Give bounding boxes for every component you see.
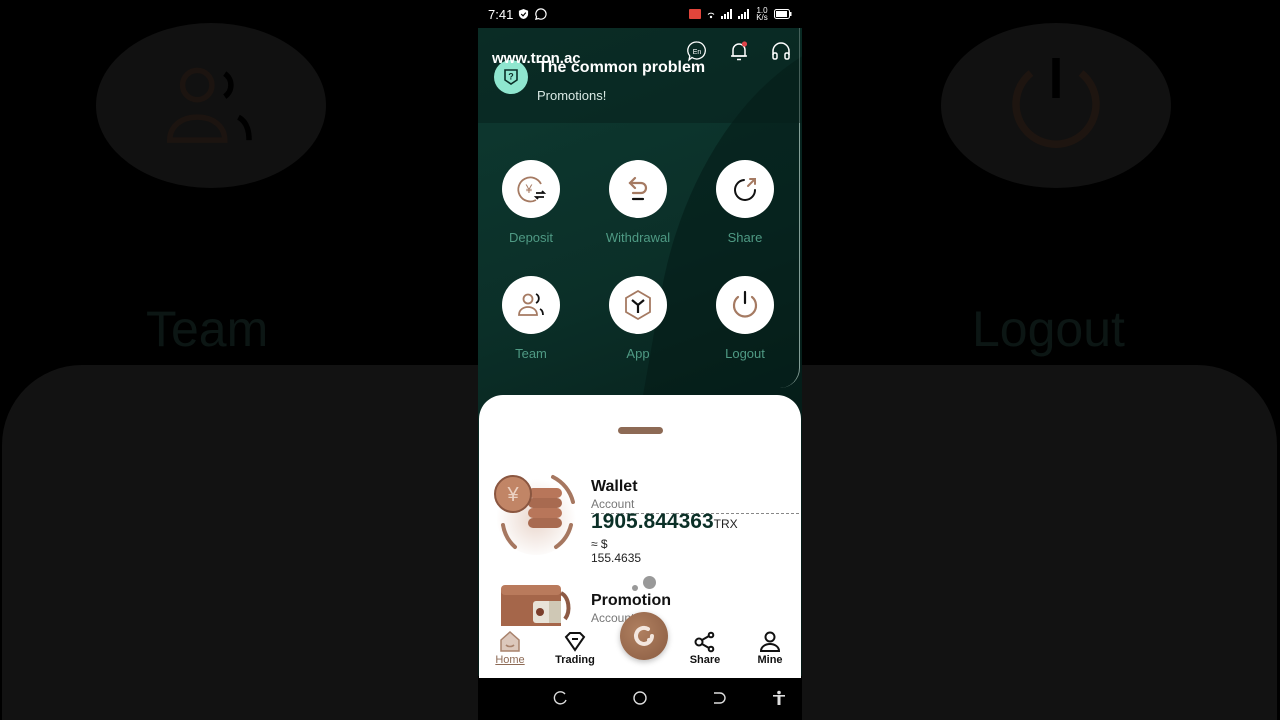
nav-share[interactable]: Share — [675, 630, 735, 666]
background-team-label: Team — [146, 301, 269, 357]
header-actions: En — [686, 40, 792, 62]
cast-icon — [689, 9, 701, 19]
notification-dot — [741, 41, 748, 47]
action-withdrawal[interactable]: Withdrawal — [588, 160, 688, 245]
loading-dot — [632, 585, 638, 591]
language-button[interactable]: En — [686, 40, 708, 62]
action-label: Logout — [725, 346, 765, 361]
notice-subtitle[interactable]: Promotions! — [537, 88, 606, 103]
notification-button[interactable] — [728, 40, 750, 62]
action-label: Deposit — [508, 230, 554, 245]
whatsapp-icon — [535, 7, 547, 20]
action-share[interactable]: Share — [695, 160, 795, 245]
background-team-circle — [96, 23, 326, 188]
account-title: Promotion — [591, 592, 671, 609]
action-label: Withdrawal — [605, 230, 671, 245]
background-logout-label: Logout — [972, 301, 1125, 357]
nav-center-button[interactable] — [620, 612, 668, 660]
shield-check-icon — [519, 8, 529, 20]
action-label: App — [626, 346, 650, 361]
bell-icon — [731, 41, 748, 61]
balance-value: 1905.844363 — [591, 510, 714, 533]
loading-dot — [643, 576, 656, 589]
support-button[interactable] — [770, 40, 792, 62]
app-icon — [625, 289, 651, 321]
balance-usd: ≈ $ 155.4635 — [591, 537, 642, 565]
system-navigation-bar — [478, 676, 802, 720]
home-icon — [500, 630, 520, 652]
signal-icon — [738, 9, 749, 19]
net-speed: 1.0 K/s — [756, 6, 768, 22]
svg-text:?: ? — [508, 72, 514, 82]
recent-apps-icon[interactable] — [553, 690, 569, 706]
team-icon — [166, 67, 252, 143]
headset-icon — [772, 42, 790, 60]
language-icon: En — [687, 41, 706, 62]
language-label: En — [693, 49, 702, 56]
action-label: Team — [515, 346, 547, 361]
account-subtitle: Account — [591, 497, 635, 511]
phone-screen: 7:41 1.0 K/s www.tron.ac En ? The common… — [478, 0, 802, 720]
nav-mine[interactable]: Mine — [740, 630, 800, 666]
nav-label: Mine — [757, 654, 783, 666]
balance-unit: TRX — [713, 517, 738, 531]
coins-icon: ¥ — [494, 475, 576, 555]
site-url: www.tron.ac — [492, 50, 581, 67]
deposit-icon: ¥ — [517, 176, 547, 203]
nav-trading[interactable]: Trading — [545, 630, 605, 666]
logout-icon — [1012, 58, 1100, 148]
logout-icon — [732, 290, 758, 318]
center-action-icon — [634, 625, 654, 646]
action-team[interactable]: Team — [481, 276, 581, 361]
nav-label: Share — [689, 654, 721, 666]
action-app[interactable]: App — [588, 276, 688, 361]
share-nodes-icon — [694, 631, 715, 653]
withdrawal-icon — [628, 176, 648, 201]
diamond-icon — [564, 632, 586, 652]
background-card-right — [802, 365, 1277, 720]
accessibility-icon[interactable] — [771, 690, 787, 706]
user-icon — [759, 631, 781, 652]
nav-home[interactable]: Home — [480, 630, 540, 666]
account-balance: 1905.844363TRX — [591, 510, 738, 534]
share-icon — [734, 178, 756, 201]
account-title: Wallet — [591, 478, 638, 495]
back-icon[interactable] — [711, 690, 727, 706]
action-label: Share — [727, 230, 763, 245]
svg-text:¥: ¥ — [525, 182, 533, 196]
action-deposit[interactable]: ¥ Deposit — [481, 160, 581, 245]
wifi-icon — [707, 12, 715, 19]
home-circle-icon[interactable] — [632, 690, 648, 706]
nav-label: Home — [495, 654, 525, 666]
nav-label: Trading — [555, 654, 595, 666]
question-shield-icon: ? — [504, 69, 518, 85]
sheet-drag-handle[interactable] — [618, 427, 663, 434]
signal-icon — [721, 9, 732, 19]
status-time: 7:41 — [488, 6, 514, 22]
svg-text:¥: ¥ — [506, 484, 519, 506]
action-logout[interactable]: Logout — [695, 276, 795, 361]
background-card-left — [2, 365, 478, 720]
screen: Team Logout 7:41 1.0 K/s www.tron.ac En … — [0, 0, 1280, 720]
background-logout-circle — [941, 23, 1171, 188]
status-bar: 7:41 1.0 K/s — [478, 0, 802, 28]
battery-icon — [774, 9, 792, 19]
team-icon — [518, 293, 544, 316]
